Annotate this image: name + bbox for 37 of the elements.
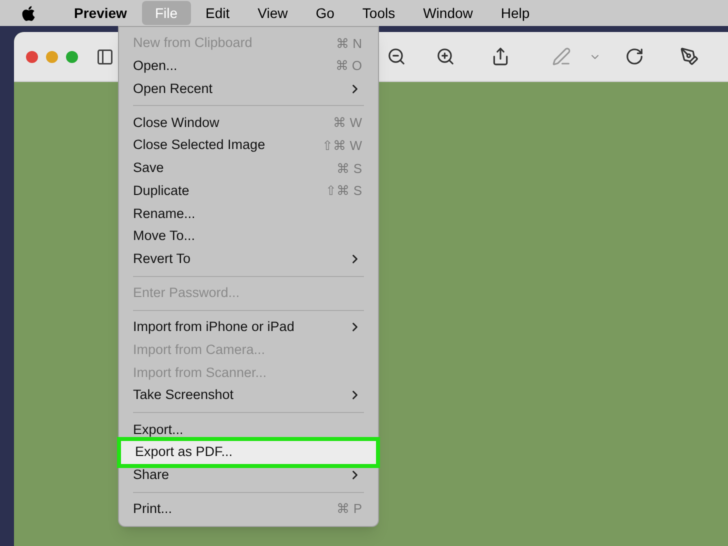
menu-item[interactable]: Close Window ⌘ W bbox=[119, 112, 378, 134]
shortcut-label: ⌘ W bbox=[333, 114, 362, 132]
zoom-in-icon[interactable] bbox=[436, 47, 455, 66]
menu-bar-item[interactable]: Help bbox=[488, 1, 543, 25]
menu-item[interactable]: Rename... bbox=[119, 202, 378, 225]
shortcut-label: ⌘ S bbox=[336, 160, 362, 178]
menu-bar-item[interactable]: Edit bbox=[192, 1, 243, 25]
menu-item[interactable]: Export... bbox=[119, 418, 378, 441]
share-icon[interactable] bbox=[491, 47, 510, 66]
shortcut-label: ⇧⌘ W bbox=[322, 136, 362, 155]
menu-item[interactable]: Share bbox=[119, 464, 378, 486]
markup-icon[interactable] bbox=[680, 47, 699, 66]
shortcut-label: ⌘ O bbox=[335, 57, 362, 76]
close-button[interactable] bbox=[26, 50, 38, 62]
shortcut-label: ⌘ N bbox=[336, 34, 362, 53]
menu-item[interactable]: Open Recent bbox=[119, 77, 378, 100]
menu-item[interactable]: Close Selected Image ⇧⌘ W bbox=[119, 134, 378, 157]
menu-bar-item[interactable]: Go bbox=[302, 1, 348, 25]
menu-item[interactable]: Duplicate ⇧⌘ S bbox=[119, 180, 378, 202]
apple-logo-icon[interactable] bbox=[20, 4, 37, 22]
menu-item[interactable]: Save ⌘ S bbox=[119, 156, 378, 180]
shortcut-label: ⇧⌘ S bbox=[326, 182, 362, 200]
menu-item[interactable]: Take Screenshot bbox=[119, 384, 378, 407]
menu-bar-item[interactable]: Tools bbox=[349, 1, 408, 25]
menu-item[interactable]: Move To... bbox=[119, 225, 378, 248]
rotate-icon[interactable] bbox=[625, 47, 644, 66]
sidebar-icon[interactable] bbox=[96, 48, 114, 66]
shortcut-label: ⌘ P bbox=[336, 500, 362, 518]
menu-item[interactable]: Print... ⌘ P bbox=[119, 498, 378, 521]
menu-bar-item[interactable]: View bbox=[244, 1, 301, 25]
menu-bar-item[interactable]: Window bbox=[410, 1, 486, 25]
menu-bar-item[interactable]: Preview bbox=[61, 1, 140, 25]
menu-item[interactable]: Import from iPhone or iPad bbox=[119, 316, 378, 339]
menu-item[interactable]: Revert To bbox=[119, 248, 378, 270]
menu-item[interactable]: Export as PDF... bbox=[121, 441, 376, 464]
zoom-out-icon[interactable] bbox=[387, 47, 406, 66]
menu-item[interactable]: Open... ⌘ O bbox=[119, 54, 378, 78]
